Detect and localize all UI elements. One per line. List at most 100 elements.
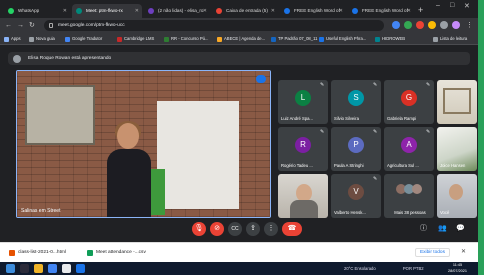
bookmarks-bar: Apps Nova guia Google Tradutor Cambridge… (0, 33, 478, 45)
close-icon[interactable]: ✕ (461, 248, 466, 255)
search-icon[interactable] (20, 264, 29, 273)
participant-name: Joice Hansen (440, 163, 466, 168)
close-icon[interactable]: ✕ (135, 4, 139, 18)
app-icon[interactable] (76, 264, 85, 273)
avatar: S (348, 90, 364, 106)
language-indicator[interactable]: POR PTB2 (403, 266, 424, 271)
camera-off-button[interactable]: ⊘ (210, 222, 224, 236)
bookmark-useful-english[interactable]: Useful English Phra... (318, 34, 366, 44)
people-icon[interactable]: 👥 (438, 224, 447, 234)
close-icon[interactable]: ✕ (339, 4, 343, 18)
download-item[interactable]: Meet attendance -...csv (86, 247, 146, 259)
profile-avatar[interactable] (452, 21, 460, 29)
tab-word-of-day-2[interactable]: FREE English Word of ✕ (348, 4, 414, 18)
tab-instagram[interactable]: (2 não lidas) - elisa_ro ✕ (144, 4, 210, 18)
more-options-button[interactable]: ⋮ (264, 222, 278, 236)
bookmark-cambridge[interactable]: Cambridge LMS (116, 34, 154, 44)
bookmark-tp-padrao[interactable]: TP Padrão 07_08_11 (270, 34, 317, 44)
close-window-icon[interactable]: ✕ (464, 2, 470, 10)
bookmark-icon (164, 36, 169, 42)
person-body (290, 200, 318, 218)
main-speaker-name: Salinas em Street (21, 208, 61, 214)
file-explorer-icon[interactable] (34, 264, 43, 273)
address-bar[interactable]: meet.google.com/ptm-fkwo-ucc (44, 20, 384, 31)
chat-icon[interactable]: 💬 (456, 224, 465, 234)
weather-text[interactable]: 20°C Ensolarado (344, 266, 376, 271)
reload-icon[interactable]: ↻ (29, 20, 35, 31)
participant-tile[interactable]: ✎ P Paula A Stringhi (331, 127, 381, 171)
back-icon[interactable]: ← (5, 20, 12, 31)
show-all-downloads-button[interactable]: Exibir todos (414, 248, 450, 257)
audio-indicator-icon (256, 75, 266, 83)
captions-button[interactable]: CC (228, 222, 242, 236)
bookmark-apps[interactable]: Apps (3, 34, 21, 44)
mic-off-button[interactable]: 🎙 (192, 222, 206, 236)
reading-list-icon (433, 36, 438, 42)
participant-tile[interactable]: ✎ A Agricultura Sul ... (384, 127, 434, 171)
avatar: P (348, 137, 364, 153)
extension-icon[interactable] (428, 21, 436, 29)
start-icon[interactable] (6, 264, 15, 273)
close-icon[interactable]: ✕ (271, 4, 275, 18)
bookmark-reading-list[interactable]: Lista de leitura (432, 34, 467, 44)
forward-icon[interactable]: → (17, 20, 24, 31)
bookmark-hidroweb[interactable]: HIDROWEB (374, 34, 405, 44)
participant-tile[interactable]: ✎ L Luiz André Spa... (278, 80, 328, 124)
extension-icon[interactable] (416, 21, 424, 29)
new-tab-button[interactable]: + (418, 4, 423, 16)
download-item[interactable]: class-list-2021-0...html (8, 247, 66, 259)
menu-icon[interactable]: ⋮ (466, 20, 473, 31)
participant-tile[interactable] (278, 174, 328, 218)
tab-label: (2 não lidas) - elisa_ro (158, 8, 204, 13)
more-participants-tile[interactable]: Mais 38 pessoas (384, 174, 434, 218)
tab-label: Caixa de entrada (5) (226, 8, 268, 13)
extension-icon[interactable] (392, 21, 400, 29)
participant-tile[interactable]: ✎ V Valberto Hensk... (331, 174, 381, 218)
avatar: A (401, 137, 417, 153)
close-icon[interactable]: ✕ (407, 4, 411, 18)
app-icon[interactable] (62, 264, 71, 273)
globe-icon (352, 8, 358, 14)
mail-icon (148, 8, 154, 14)
extension-icon[interactable] (404, 21, 412, 29)
participant-tile[interactable]: ✎ R Rogério Tadeu ... (278, 127, 328, 171)
bookmark-nova-guia[interactable]: Nova guia (28, 34, 55, 44)
windows-taskbar: 20°C Ensolarado POR PTB2 11:45 28/07/202… (0, 262, 478, 275)
participant-tile[interactable] (437, 80, 477, 124)
participant-name: Luiz André Spa... (281, 116, 313, 121)
clock[interactable]: 11:45 28/07/2021 (448, 263, 467, 274)
puzzle-icon[interactable] (440, 21, 448, 29)
minimize-icon[interactable]: – (436, 2, 440, 9)
close-icon[interactable]: ✕ (203, 4, 207, 18)
tab-word-of-day-1[interactable]: FREE English Word of ✕ (280, 4, 346, 18)
window-background (25, 85, 95, 145)
participant-tile[interactable]: ✎ G Gabriela Rampi (384, 80, 434, 124)
csv-file-icon (87, 250, 93, 256)
present-button[interactable]: ⇪ (246, 222, 260, 236)
main-speaker-video[interactable]: Salinas em Street (16, 70, 271, 218)
apps-icon (4, 36, 9, 42)
close-icon[interactable]: ✕ (63, 4, 67, 18)
tab-whatsapp[interactable]: WhatsApp ✕ (4, 4, 70, 18)
bookmark-abece[interactable]: ABECE | Agenda de... (216, 34, 265, 44)
participant-tile[interactable]: Joice Hansen (437, 127, 477, 171)
avatar: R (295, 137, 311, 153)
chrome-icon[interactable] (48, 264, 57, 273)
mic-off-icon: ✎ (373, 82, 378, 88)
meet-call-area: Elisa Roque Rowan está apresentando Sali… (0, 46, 478, 242)
participant-tile[interactable]: ✎ S Silvio Silveira (331, 80, 381, 124)
mic-off-icon: ✎ (373, 176, 378, 182)
mic-off-icon: ✎ (320, 82, 325, 88)
tab-meet[interactable]: Meet: ptm-fkwo-rx ✕ (72, 4, 142, 18)
bookmark-concurso[interactable]: RR - Concurso Pú... (163, 34, 208, 44)
participant-name: Silvio Silveira (334, 116, 359, 121)
bookmark-google-tradutor[interactable]: Google Tradutor (64, 34, 102, 44)
participant-name: Valberto Hensk... (334, 210, 366, 215)
info-icon[interactable]: ⓘ (420, 224, 427, 234)
avatar: G (401, 90, 417, 106)
leave-call-button[interactable]: ☎ (282, 222, 302, 236)
maximize-icon[interactable]: □ (450, 2, 454, 9)
tab-gmail[interactable]: Caixa de entrada (5) ✕ (212, 4, 278, 18)
self-name: Você (440, 210, 450, 215)
self-view-tile[interactable]: Você (437, 174, 477, 218)
